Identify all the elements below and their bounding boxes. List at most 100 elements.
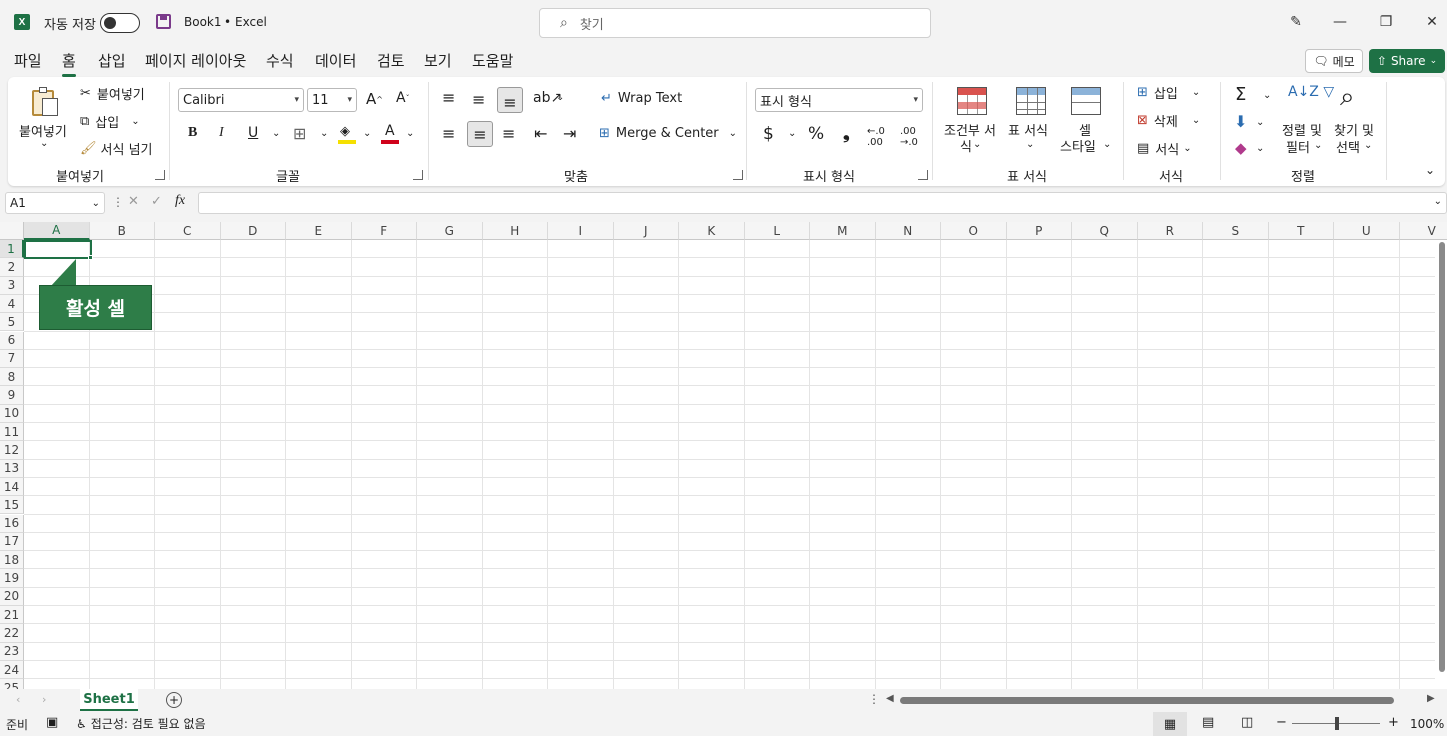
comma-button[interactable]: ❟	[843, 124, 850, 144]
column-header[interactable]: H	[482, 222, 548, 240]
wrap-text-button[interactable]: ↵ Wrap Text	[601, 91, 682, 106]
row-header[interactable]: 2	[0, 258, 24, 277]
row-header[interactable]: 21	[0, 606, 24, 625]
tab-page-layout[interactable]: 페이지 레이아웃	[145, 50, 246, 71]
currency-button[interactable]: $	[763, 124, 774, 144]
column-header[interactable]: O	[941, 222, 1007, 240]
add-sheet-icon[interactable]: +	[166, 692, 182, 708]
scroll-left-icon[interactable]: ◀	[886, 693, 894, 704]
row-header[interactable]: 15	[0, 496, 24, 515]
tab-home[interactable]: 홈	[62, 50, 76, 77]
select-all-corner[interactable]	[0, 222, 24, 240]
format-table-label[interactable]: 표 서식	[1008, 120, 1048, 139]
borders-icon[interactable]: ⊞	[293, 124, 306, 143]
align-bottom-icon[interactable]: ≡	[497, 87, 523, 113]
more-icon[interactable]: ⋮	[112, 195, 124, 209]
increase-decimal-icon[interactable]: ←.0.00	[867, 126, 885, 148]
row-header[interactable]: 16	[0, 514, 24, 533]
share-button[interactable]: ⇧ Share ⌄	[1369, 49, 1445, 73]
chevron-down-icon[interactable]: ⌄	[1263, 90, 1271, 101]
chevron-down-icon[interactable]: ⌄	[556, 92, 564, 103]
scroll-right-icon[interactable]: ▶	[1427, 693, 1435, 704]
worksheet-grid[interactable]: A B C D E F G H I J K L M N O P Q R S T U V 1 2 3 4 5 6 7 8 9 10 11 12 13 1…	[0, 222, 1447, 689]
row-header[interactable]: 8	[0, 368, 24, 387]
merge-center-button[interactable]: ⊞ Merge & Center ⌄	[599, 126, 737, 141]
column-header[interactable]: A	[24, 222, 90, 240]
cut-button[interactable]: ✂ 붙여넣기	[80, 84, 145, 103]
row-header[interactable]: 24	[0, 660, 24, 680]
cell-styles-icon[interactable]	[1071, 87, 1101, 115]
conditional-format-icon[interactable]	[957, 87, 987, 115]
column-header[interactable]: M	[810, 222, 876, 240]
increase-font-icon[interactable]: A ^	[366, 90, 383, 108]
chevron-down-icon[interactable]: ⌄	[1314, 140, 1322, 151]
chevron-down-icon[interactable]: ⌄	[1256, 143, 1264, 154]
zoom-slider-thumb[interactable]	[1335, 717, 1339, 730]
row-header[interactable]: 23	[0, 642, 24, 661]
bold-button[interactable]: B	[188, 125, 197, 141]
row-header[interactable]: 4	[0, 294, 24, 314]
chevron-down-icon[interactable]: ⌄	[406, 128, 414, 139]
align-top-icon[interactable]: ≡	[442, 88, 455, 107]
row-header[interactable]: 14	[0, 477, 24, 497]
row-header[interactable]: 25	[0, 679, 24, 689]
accessibility-status[interactable]: ♿ 접근성: 검토 필요 없음	[76, 715, 206, 732]
column-header[interactable]: L	[744, 222, 810, 240]
horizontal-scrollbar[interactable]	[900, 697, 1394, 704]
italic-button[interactable]: I	[219, 125, 224, 141]
paste-dropdown-icon[interactable]: ⌄	[40, 138, 48, 149]
fill-handle[interactable]	[88, 255, 93, 260]
column-header[interactable]: V	[1399, 222, 1447, 240]
increase-indent-icon[interactable]: ⇥	[563, 124, 576, 143]
close-icon[interactable]: ✕	[1422, 12, 1442, 32]
comments-button[interactable]: 🗨 메모	[1305, 49, 1363, 73]
sheet-tab-sheet1[interactable]: Sheet1	[80, 689, 138, 711]
chevron-down-icon[interactable]: ⌄	[1256, 117, 1264, 128]
column-header[interactable]: J	[613, 222, 679, 240]
column-header[interactable]: C	[155, 222, 221, 240]
cancel-icon[interactable]: ✕	[128, 194, 139, 209]
sort-filter-icon[interactable]: A↓Z ▽	[1288, 84, 1334, 100]
clipboard-launcher-icon[interactable]	[155, 170, 165, 180]
row-header[interactable]: 1	[0, 240, 24, 259]
tab-view[interactable]: 보기	[424, 50, 452, 71]
decrease-indent-icon[interactable]: ⇤	[534, 124, 547, 143]
column-header[interactable]: D	[220, 222, 286, 240]
chevron-down-icon[interactable]: ⌄	[1026, 139, 1034, 150]
align-middle-icon[interactable]: ≡	[472, 90, 485, 109]
copy-button[interactable]: ⧉ 삽입 ⌄	[80, 112, 140, 131]
tab-data[interactable]: 데이터	[315, 50, 356, 71]
zoom-level[interactable]: 100%	[1410, 717, 1444, 731]
restore-icon[interactable]: ❐	[1376, 12, 1396, 32]
tab-file[interactable]: 파일	[14, 50, 42, 71]
insert-function-icon[interactable]: fx	[175, 193, 185, 209]
column-header[interactable]: F	[351, 222, 417, 240]
chevron-down-icon[interactable]: ⌄	[320, 128, 328, 139]
page-layout-view-icon[interactable]: ▤	[1202, 715, 1214, 730]
row-header[interactable]: 12	[0, 441, 24, 460]
column-header[interactable]: K	[679, 222, 745, 240]
format-table-icon[interactable]	[1016, 87, 1046, 115]
minimize-icon[interactable]: —	[1330, 12, 1350, 32]
decrease-decimal-icon[interactable]: .00 →.0	[900, 126, 918, 148]
column-header[interactable]: T	[1268, 222, 1334, 240]
autosum-icon[interactable]: Σ	[1235, 84, 1246, 105]
row-header[interactable]: 13	[0, 459, 24, 478]
number-launcher-icon[interactable]	[918, 170, 928, 180]
fill-color-icon[interactable]: ◈	[338, 124, 356, 144]
more-icon[interactable]: ⋮	[868, 692, 880, 706]
row-header[interactable]: 9	[0, 386, 24, 405]
font-launcher-icon[interactable]	[413, 170, 423, 180]
conditional-format-label-2[interactable]: 식	[960, 136, 972, 155]
format-painter-button[interactable]: 🖌 서식 넘기	[80, 139, 153, 158]
chevron-down-icon[interactable]: ⌄	[1364, 140, 1372, 151]
zoom-out-icon[interactable]: −	[1276, 715, 1287, 730]
normal-view-icon[interactable]: ▦	[1153, 712, 1187, 736]
active-cell-selection[interactable]	[24, 240, 92, 259]
row-header[interactable]: 20	[0, 587, 24, 606]
row-header[interactable]: 22	[0, 624, 24, 643]
chevron-down-icon[interactable]: ⌄	[788, 128, 796, 139]
column-header[interactable]: P	[1006, 222, 1072, 240]
underline-button[interactable]: U	[248, 125, 258, 141]
row-header[interactable]: 6	[0, 331, 24, 350]
